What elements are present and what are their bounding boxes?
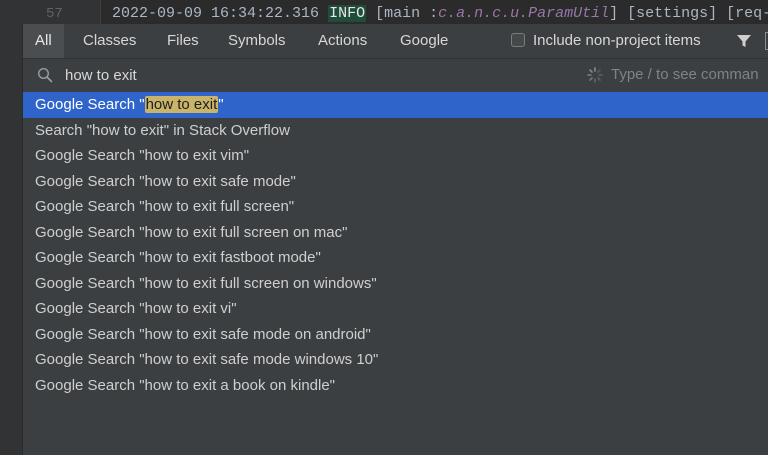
loading-spinner-icon [587, 67, 603, 83]
result-prefix: Google Search " [35, 96, 145, 113]
search-everywhere-popup: All Classes Files Symbols Actions Google… [22, 24, 768, 455]
log-rest: ] [settings] [req- [609, 5, 768, 22]
log-timestamp: 2022-09-09 16:34:22.316 [112, 5, 320, 22]
result-suffix: " [218, 96, 224, 113]
result-item[interactable]: Search "how to exit" in Stack Overflow [23, 118, 768, 144]
result-item[interactable]: Google Search "how to exit a book on kin… [23, 373, 768, 399]
log-level: INFO [328, 5, 367, 22]
results-list: Google Search "how to exit" Search "how … [23, 92, 768, 398]
tab-classes[interactable]: Classes [71, 24, 148, 58]
result-item[interactable]: Google Search "how to exit vi" [23, 296, 768, 322]
search-row: Type / to see comman [23, 59, 768, 91]
result-item[interactable]: Google Search "how to exit safe mode win… [23, 347, 768, 373]
search-input[interactable] [65, 63, 565, 87]
tab-google[interactable]: Google [388, 24, 460, 58]
result-item[interactable]: Google Search "how to exit safe mode" [23, 169, 768, 195]
result-item[interactable]: Google Search "how to exit vim" [23, 143, 768, 169]
log-thread: [main : [366, 5, 439, 22]
result-item[interactable]: Google Search "how to exit full screen o… [23, 220, 768, 246]
tab-all[interactable]: All [23, 24, 64, 58]
filter-icon[interactable] [736, 33, 752, 49]
scope-tabs: All Classes Files Symbols Actions Google… [23, 24, 768, 59]
search-icon [37, 67, 53, 83]
log-class-path: c.a.n.c.u.ParamUtil [438, 5, 610, 22]
include-non-project-label: Include non-project items [533, 32, 701, 49]
ide-window: 57 2022-09-09 16:34:22.316 INFO [main :c… [0, 0, 768, 455]
query-highlight: how to exit [144, 96, 219, 113]
result-item[interactable]: Google Search "how to exit fastboot mode… [23, 245, 768, 271]
result-item[interactable]: Google Search "how to exit full screen" [23, 194, 768, 220]
result-item-selected[interactable]: Google Search "how to exit" [23, 92, 768, 118]
search-hint: Type / to see comman [611, 66, 759, 83]
tab-symbols[interactable]: Symbols [216, 24, 298, 58]
tab-actions[interactable]: Actions [306, 24, 379, 58]
tab-files[interactable]: Files [155, 24, 211, 58]
result-item[interactable]: Google Search "how to exit full screen o… [23, 271, 768, 297]
result-item[interactable]: Google Search "how to exit safe mode on … [23, 322, 768, 348]
include-non-project-checkbox[interactable] [511, 33, 525, 47]
